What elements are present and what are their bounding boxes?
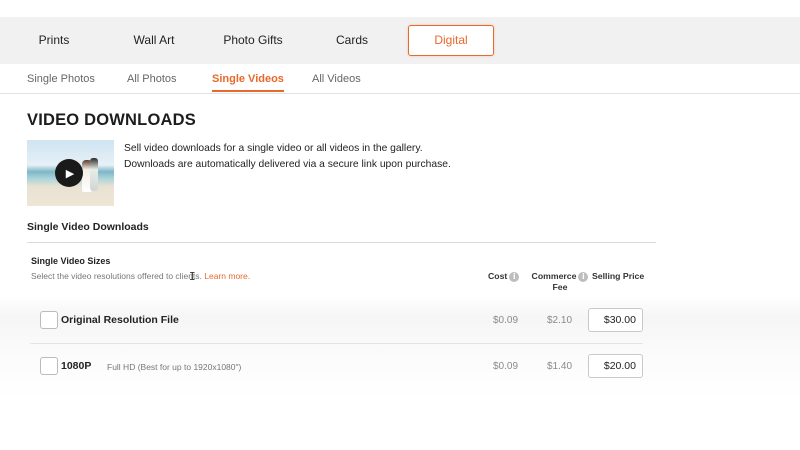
info-icon[interactable]: i [578, 271, 589, 282]
selling-price-input[interactable]: $20.00 [588, 354, 643, 378]
description-line: Downloads are automatically delivered vi… [124, 158, 451, 170]
row-checkbox[interactable] [40, 311, 58, 329]
tab-single-videos[interactable]: Single Videos [212, 73, 284, 92]
description: Sell video downloads for a single video … [124, 141, 484, 172]
column-selling-price: Selling Price [592, 271, 645, 281]
table-row: 1080P Full HD (Best for up to 1920x1080"… [30, 343, 643, 387]
divider [27, 242, 656, 243]
table-row: Original Resolution File $0.09 $2.10 $30… [30, 298, 643, 342]
row-label: Original Resolution File [61, 314, 179, 326]
column-fee-label: Commerce [531, 271, 577, 281]
column-cost-label: Cost [488, 271, 508, 281]
row-label: 1080P [61, 360, 92, 372]
learn-more-link[interactable]: Learn more. [204, 271, 250, 281]
category-prints[interactable]: Prints [14, 17, 94, 64]
column-fee-label: Fee [552, 282, 568, 292]
text-cursor-icon: I [189, 270, 196, 283]
section-title: Single Video Downloads [27, 221, 149, 233]
category-cards[interactable]: Cards [312, 17, 392, 64]
tab-single-photos[interactable]: Single Photos [27, 73, 95, 90]
sizes-subtitle-text: Select the video resolutions offered to … [31, 271, 202, 281]
row-checkbox[interactable] [40, 357, 58, 375]
row-fee: $1.40 [547, 361, 573, 372]
tab-all-photos[interactable]: All Photos [127, 73, 177, 90]
column-commerce-fee: Commerce i Fee [531, 271, 589, 293]
info-icon[interactable]: i [509, 271, 520, 282]
play-icon[interactable]: ▶ [55, 159, 83, 187]
column-cost: Cost i [488, 271, 520, 282]
row-cost: $0.09 [493, 315, 519, 326]
row-note: Full HD (Best for up to 1920x1080") [107, 362, 242, 372]
tab-all-videos[interactable]: All Videos [312, 73, 361, 90]
category-digital[interactable]: Digital [408, 25, 494, 56]
category-nav: Prints Wall Art Photo Gifts Cards Digita… [0, 17, 800, 64]
description-line: Sell video downloads for a single video … [124, 143, 423, 154]
row-fee: $2.10 [547, 315, 573, 326]
category-wall-art[interactable]: Wall Art [114, 17, 194, 64]
thumbnail-figure [90, 158, 98, 191]
category-photo-gifts[interactable]: Photo Gifts [212, 17, 294, 64]
selling-price-input[interactable]: $30.00 [588, 308, 643, 332]
sizes-title: Single Video Sizes [31, 256, 111, 266]
sizes-subtitle: Select the video resolutions offered to … [31, 271, 250, 281]
page-title: VIDEO DOWNLOADS [27, 111, 196, 129]
sub-tab-nav: Single Photos All Photos Single Videos A… [0, 64, 800, 94]
row-cost: $0.09 [493, 361, 519, 372]
video-thumbnail[interactable]: ▶ [27, 140, 114, 206]
